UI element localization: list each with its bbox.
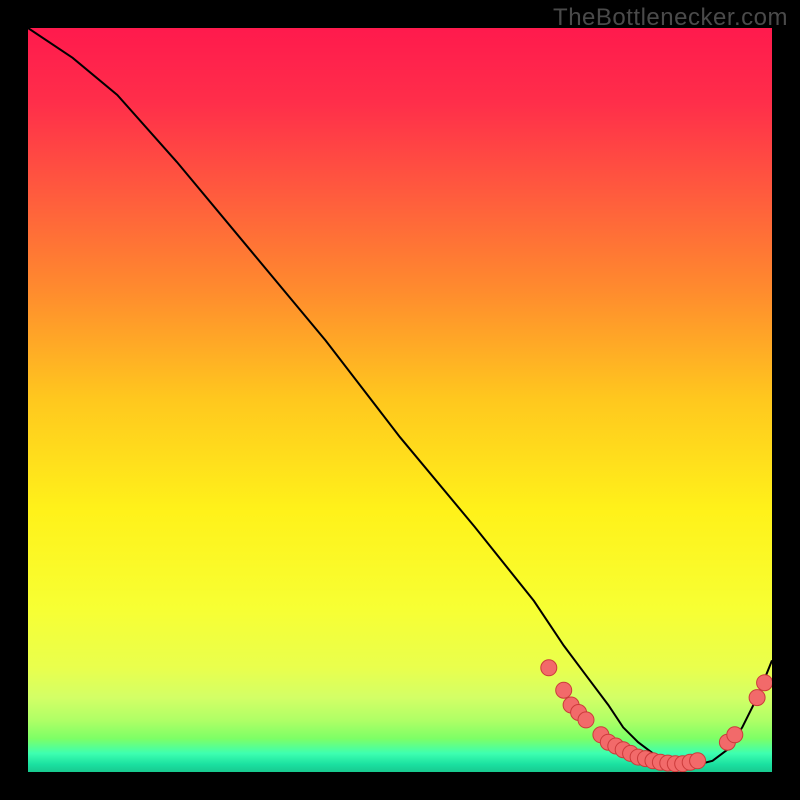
chart-plot <box>28 28 772 772</box>
data-marker <box>578 712 594 728</box>
data-marker <box>757 675 772 691</box>
data-marker <box>749 690 765 706</box>
chart-frame: TheBottlenecker.com <box>0 0 800 800</box>
chart-svg <box>28 28 772 772</box>
data-marker <box>541 660 557 676</box>
data-marker <box>690 753 706 769</box>
data-marker <box>556 682 572 698</box>
gradient-background <box>28 28 772 772</box>
data-marker <box>727 727 743 743</box>
